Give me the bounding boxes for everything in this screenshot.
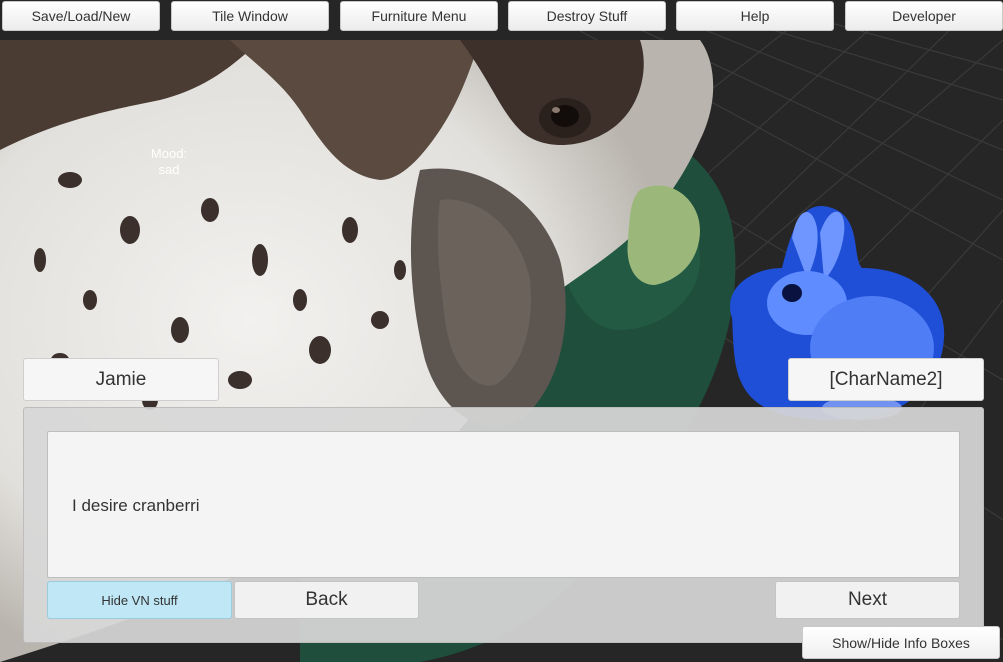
mood-indicator: Mood: sad bbox=[140, 146, 198, 178]
show-hide-info-boxes-button[interactable]: Show/Hide Info Boxes bbox=[802, 626, 1000, 659]
dialogue-text: I desire cranberri bbox=[72, 496, 200, 515]
menu-furniture[interactable]: Furniture Menu bbox=[340, 1, 498, 31]
menu-save-load-new[interactable]: Save/Load/New bbox=[2, 1, 160, 31]
menu-destroy-stuff[interactable]: Destroy Stuff bbox=[508, 1, 666, 31]
hide-vn-button[interactable]: Hide VN stuff bbox=[47, 581, 232, 619]
mood-value: sad bbox=[158, 162, 180, 177]
menu-tile-window[interactable]: Tile Window bbox=[171, 1, 329, 31]
game-scene: Save/Load/New Tile Window Furniture Menu… bbox=[0, 0, 1003, 662]
menu-developer[interactable]: Developer bbox=[845, 1, 1003, 31]
next-button[interactable]: Next bbox=[775, 581, 960, 619]
dialogue-box: I desire cranberri bbox=[47, 431, 960, 578]
mood-label: Mood: bbox=[150, 146, 188, 161]
speaker-name-left: Jamie bbox=[23, 358, 219, 401]
back-button[interactable]: Back bbox=[234, 581, 419, 619]
speaker-name-right: [CharName2] bbox=[788, 358, 984, 401]
menu-help[interactable]: Help bbox=[676, 1, 834, 31]
